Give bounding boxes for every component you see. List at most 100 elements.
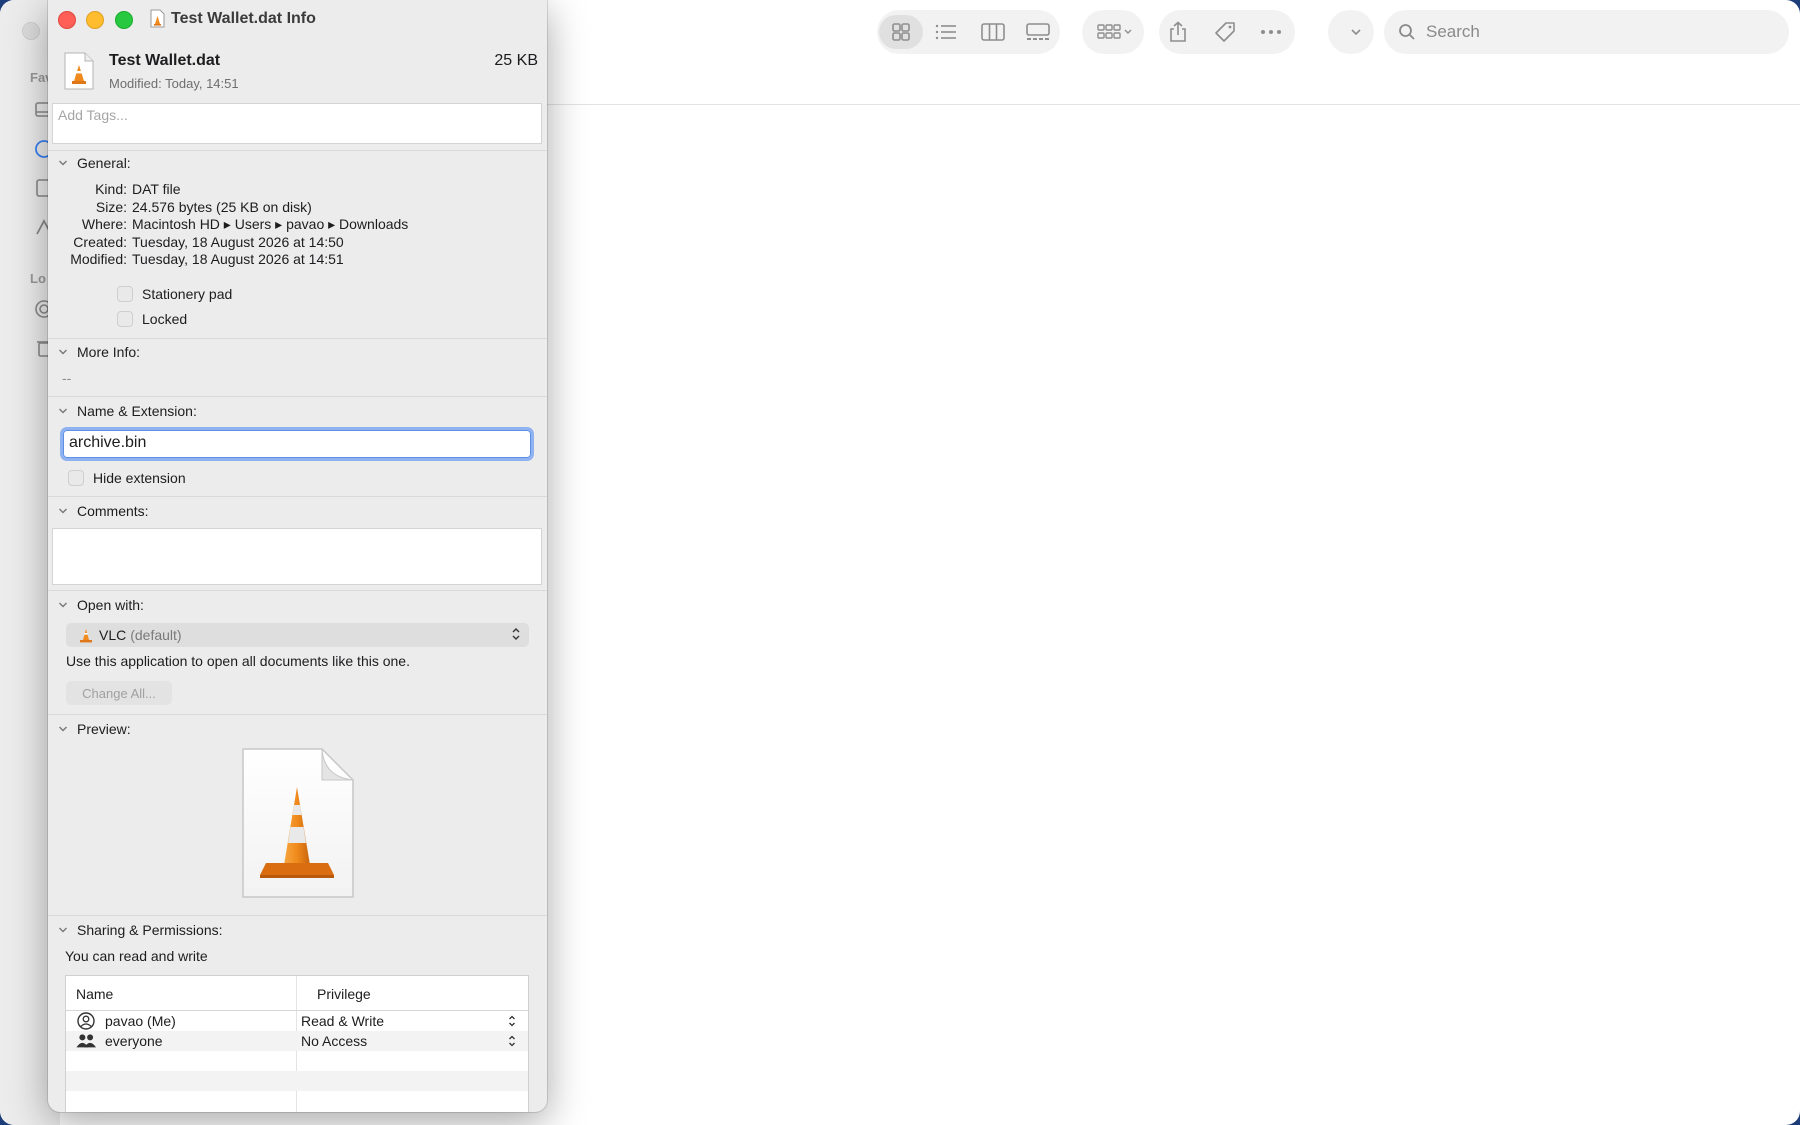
- file-name: Test Wallet.dat: [109, 52, 221, 69]
- share-button[interactable]: [1160, 10, 1196, 54]
- section-comments-label: Comments:: [77, 503, 149, 519]
- divider: [48, 496, 547, 497]
- search-icon: [1399, 24, 1415, 40]
- created-value: Tuesday, 18 August 2026 at 14:50: [132, 234, 344, 250]
- toolbar-divider: [540, 104, 1800, 105]
- open-with-select[interactable]: VLC (default): [66, 623, 529, 647]
- minimize-button[interactable]: [86, 11, 104, 29]
- locked-checkbox[interactable]: Locked: [117, 311, 187, 327]
- hide-extension-checkbox-box[interactable]: [68, 470, 84, 486]
- finder-close-button[interactable]: [22, 22, 40, 40]
- name-extension-field[interactable]: archive.bin: [60, 427, 534, 461]
- hide-extension-checkbox[interactable]: Hide extension: [68, 470, 186, 486]
- grid-icon: [892, 23, 910, 41]
- divider: [48, 915, 547, 916]
- stationery-pad-checkbox[interactable]: Stationery pad: [117, 286, 232, 302]
- user-name: pavao (Me): [105, 1013, 176, 1029]
- updown-chevron-icon: [509, 1015, 515, 1027]
- share-icon: [1170, 21, 1186, 42]
- chevron-down-icon: [59, 408, 67, 414]
- user-name: everyone: [105, 1033, 163, 1049]
- general-created-row: Created: Tuesday, 18 August 2026 at 14:50: [48, 234, 344, 250]
- chevron-down-icon: [59, 927, 67, 933]
- info-titlebar[interactable]: Test Wallet.dat Info: [48, 0, 547, 40]
- ellipsis-icon: [1261, 30, 1281, 34]
- general-size-row: Size: 24.576 bytes (25 KB on disk): [48, 199, 312, 215]
- general-modified-row: Modified: Tuesday, 18 August 2026 at 14:5…: [48, 251, 344, 267]
- sidebar-section-locations: Lo: [30, 271, 46, 286]
- table-row[interactable]: everyone No Access: [66, 1031, 528, 1051]
- tags-placeholder: Add Tags...: [58, 107, 128, 123]
- section-comments-toggle[interactable]: Comments:: [58, 503, 149, 519]
- empty-row: [66, 1051, 528, 1071]
- section-sharing-label: Sharing & Permissions:: [77, 922, 223, 938]
- vlc-icon: [80, 629, 92, 643]
- locked-label: Locked: [142, 311, 188, 327]
- general-kind-row: Kind: DAT file: [48, 181, 180, 197]
- column-header-name[interactable]: Name: [76, 986, 113, 1002]
- section-preview-label: Preview:: [77, 721, 131, 737]
- more-info-value: --: [62, 370, 72, 386]
- gallery-view-button[interactable]: [1020, 10, 1056, 54]
- section-name-extension-label: Name & Extension:: [77, 403, 197, 419]
- divider: [48, 714, 547, 715]
- window-title: Test Wallet.dat Info: [150, 9, 316, 28]
- section-open-with-label: Open with:: [77, 597, 144, 613]
- created-key: Created:: [73, 234, 127, 250]
- comments-textarea[interactable]: [52, 528, 542, 585]
- close-button[interactable]: [58, 11, 76, 29]
- column-header-privilege[interactable]: Privilege: [317, 986, 371, 1002]
- zoom-button[interactable]: [115, 11, 133, 29]
- general-where-row: Where: Macintosh HD ▸ Users ▸ pavao ▸ Dow…: [48, 216, 408, 233]
- hide-extension-label: Hide extension: [93, 470, 186, 486]
- divider: [48, 590, 547, 591]
- section-general-label: General:: [77, 155, 131, 171]
- section-general-toggle[interactable]: General:: [58, 155, 131, 171]
- icon-view-button[interactable]: [879, 15, 923, 49]
- permissions-table: Name Privilege pavao (Me) Read & Write e…: [65, 975, 529, 1112]
- search-placeholder: Search: [1426, 22, 1480, 41]
- list-icon: [935, 24, 956, 40]
- section-open-with-toggle[interactable]: Open with:: [58, 597, 144, 613]
- section-sharing-toggle[interactable]: Sharing & Permissions:: [58, 922, 223, 938]
- chevron-down-icon: [59, 349, 67, 355]
- open-with-app: VLC: [99, 627, 127, 643]
- vlc-document-preview-icon: [242, 748, 354, 898]
- tags-button[interactable]: [1207, 10, 1243, 54]
- chevron-down-icon: [59, 508, 67, 514]
- document-icon: [150, 9, 165, 28]
- open-with-default-tag: (default): [130, 627, 182, 643]
- modified-key: Modified:: [70, 251, 127, 267]
- info-window: Test Wallet.dat Info Test Wallet.dat 25 …: [48, 0, 547, 1112]
- tags-input[interactable]: Add Tags...: [52, 103, 542, 144]
- column-view-button[interactable]: [975, 10, 1011, 54]
- size-value: 24.576 bytes (25 KB on disk): [132, 199, 312, 215]
- group-icon: [76, 1034, 96, 1048]
- file-modified-summary: Modified: Today, 14:51: [109, 76, 239, 91]
- permission-status: You can read and write: [65, 948, 208, 964]
- stationery-checkbox-box[interactable]: [117, 286, 133, 302]
- change-all-button[interactable]: Change All...: [66, 681, 172, 705]
- search-options-button[interactable]: [1338, 10, 1374, 54]
- search-input[interactable]: Search: [1384, 10, 1789, 54]
- more-actions-button[interactable]: [1253, 10, 1289, 54]
- group-by-button[interactable]: [1090, 10, 1140, 54]
- section-more-info-label: More Info:: [77, 344, 141, 360]
- chevron-down-icon: [59, 602, 67, 608]
- list-view-button[interactable]: [928, 10, 964, 54]
- section-more-info-toggle[interactable]: More Info:: [58, 344, 140, 360]
- updown-chevron-icon: [509, 1035, 515, 1047]
- section-name-extension-toggle[interactable]: Name & Extension:: [58, 403, 197, 419]
- columns-icon: [981, 23, 1005, 41]
- kind-key: Kind:: [95, 181, 127, 197]
- chevron-down-icon: [1351, 29, 1361, 36]
- empty-row: [66, 1071, 528, 1091]
- section-preview-toggle[interactable]: Preview:: [58, 721, 131, 737]
- file-size: 25 KB: [494, 52, 538, 69]
- locked-checkbox-box[interactable]: [117, 311, 133, 327]
- window-title-text: Test Wallet.dat Info: [171, 9, 316, 27]
- table-row[interactable]: pavao (Me) Read & Write: [66, 1011, 528, 1031]
- size-key: Size:: [95, 199, 127, 215]
- privilege-select[interactable]: Read & Write: [301, 1013, 384, 1029]
- privilege-select[interactable]: No Access: [301, 1033, 367, 1049]
